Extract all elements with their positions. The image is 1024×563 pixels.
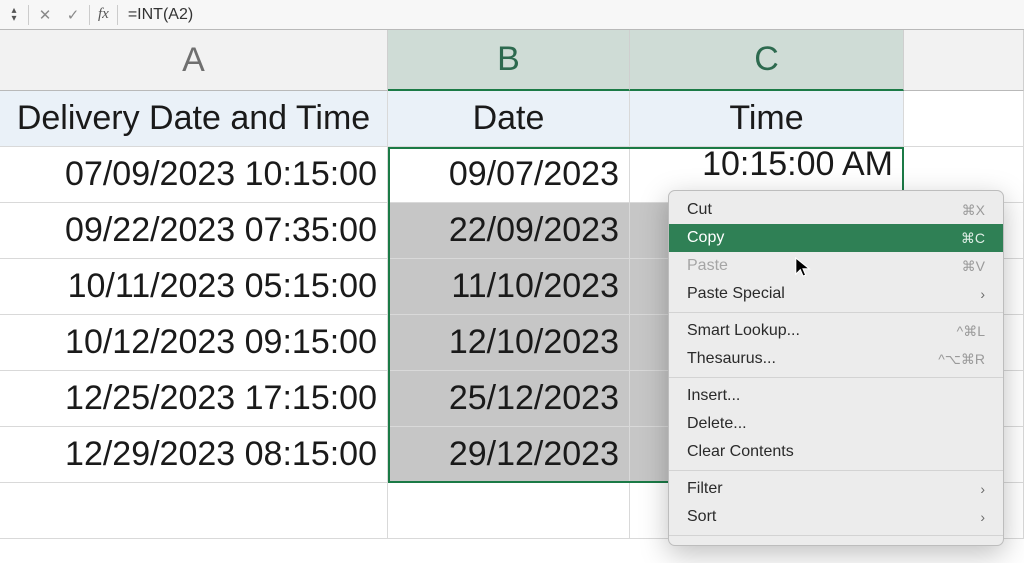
empty-cell[interactable] <box>388 483 630 539</box>
cell[interactable]: 12/10/2023 <box>388 315 630 371</box>
menu-separator <box>669 470 1003 471</box>
table-row: Delivery Date and Time Date Time <box>0 91 1024 147</box>
empty-cell[interactable] <box>904 91 1024 147</box>
ctx-sort[interactable]: Sort › <box>669 503 1003 531</box>
chevron-right-icon: › <box>980 286 985 302</box>
divider <box>89 5 90 25</box>
menu-separator <box>669 535 1003 536</box>
col-header-a[interactable]: A <box>0 30 388 91</box>
header-cell-c[interactable]: Time <box>630 91 904 147</box>
cell[interactable]: 11/10/2023 <box>388 259 630 315</box>
menu-separator <box>669 312 1003 313</box>
divider <box>28 5 29 25</box>
empty-cell[interactable] <box>0 483 388 539</box>
ctx-clear-contents[interactable]: Clear Contents <box>669 438 1003 466</box>
name-box-stepper[interactable]: ▴ ▾ <box>4 7 24 23</box>
formula-bar: ▴ ▾ ✕ ✓ fx =INT(A2) <box>0 0 1024 30</box>
cell[interactable]: 12/29/2023 08:15:00 <box>0 427 388 483</box>
ctx-thesaurus[interactable]: Thesaurus... ^⌥⌘R <box>669 345 1003 373</box>
ctx-copy[interactable]: Copy ⌘C <box>669 224 1003 252</box>
spreadsheet-grid[interactable]: A B C Delivery Date and Time Date Time 0… <box>0 30 1024 539</box>
header-cell-b[interactable]: Date <box>388 91 630 147</box>
chevron-right-icon: › <box>980 509 985 525</box>
menu-separator <box>669 377 1003 378</box>
stepper-down-icon[interactable]: ▾ <box>11 15 16 23</box>
ctx-smart-lookup[interactable]: Smart Lookup... ^⌘L <box>669 317 1003 345</box>
cell[interactable]: 10/11/2023 05:15:00 <box>0 259 388 315</box>
col-header-extra[interactable] <box>904 30 1024 91</box>
fx-label[interactable]: fx <box>94 6 113 23</box>
cell[interactable]: 29/12/2023 <box>388 427 630 483</box>
cell[interactable]: 12/25/2023 17:15:00 <box>0 371 388 427</box>
cell[interactable]: 09/22/2023 07:35:00 <box>0 203 388 259</box>
header-cell-a[interactable]: Delivery Date and Time <box>0 91 388 147</box>
cell[interactable]: 22/09/2023 <box>388 203 630 259</box>
divider <box>117 5 118 25</box>
column-header-row: A B C <box>0 30 1024 91</box>
cell[interactable]: 07/09/2023 10:15:00 <box>0 147 388 203</box>
ctx-paste: Paste ⌘V <box>669 252 1003 280</box>
cell[interactable]: 25/12/2023 <box>388 371 630 427</box>
col-header-b[interactable]: B <box>388 30 630 91</box>
context-menu: Cut ⌘X Copy ⌘C Paste ⌘V Paste Special › … <box>668 190 1004 546</box>
col-header-c[interactable]: C <box>630 30 904 91</box>
cell[interactable]: 10/12/2023 09:15:00 <box>0 315 388 371</box>
ctx-filter[interactable]: Filter › <box>669 475 1003 503</box>
chevron-right-icon: › <box>980 481 985 497</box>
ctx-cut[interactable]: Cut ⌘X <box>669 196 1003 224</box>
ctx-delete[interactable]: Delete... <box>669 410 1003 438</box>
cell[interactable]: 09/07/2023 <box>388 147 630 203</box>
ctx-paste-special[interactable]: Paste Special › <box>669 280 1003 308</box>
ctx-insert[interactable]: Insert... <box>669 382 1003 410</box>
cancel-icon[interactable]: ✕ <box>33 6 57 24</box>
formula-input[interactable]: =INT(A2) <box>122 6 1020 24</box>
confirm-icon[interactable]: ✓ <box>61 6 85 24</box>
